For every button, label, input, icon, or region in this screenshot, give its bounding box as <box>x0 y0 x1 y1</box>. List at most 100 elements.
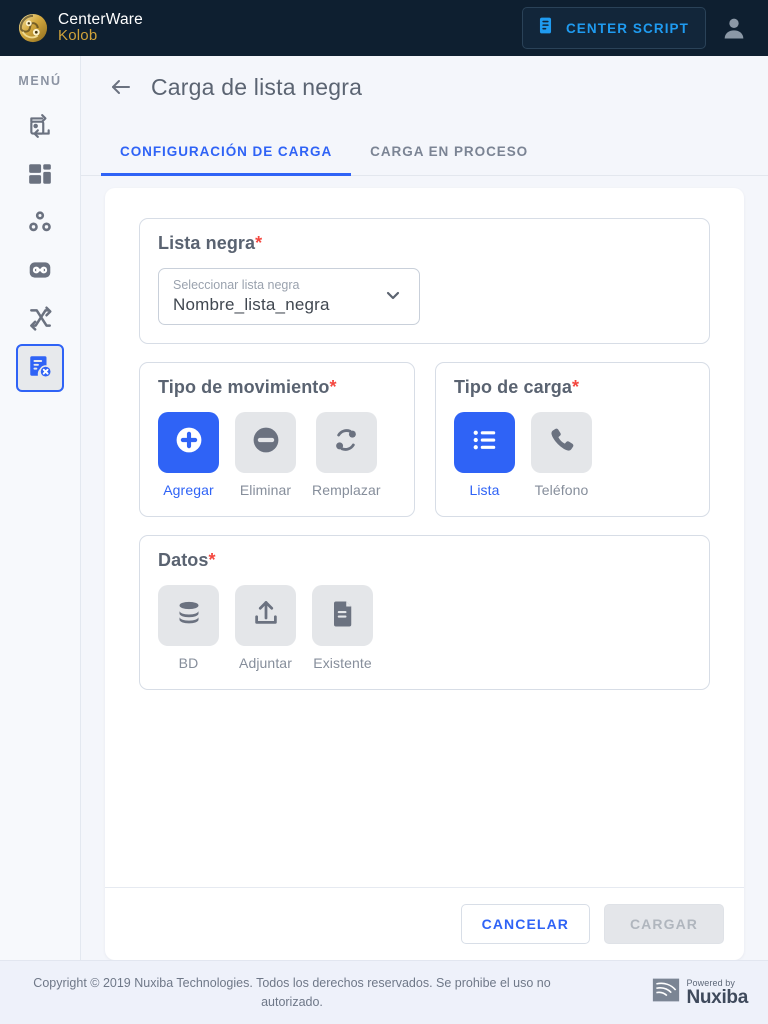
dashboard-grid-icon <box>27 161 53 192</box>
copyright-text: Copyright © 2019 Nuxiba Technologies. To… <box>33 975 551 1009</box>
application-root: CenterWare Kolob CENTER SCRIPT MENÚ Carg… <box>0 0 768 1024</box>
blacklist-legend: Lista negra* <box>158 233 691 254</box>
load-option-telefono-box <box>531 411 592 473</box>
data-option-existente-box <box>312 584 373 646</box>
movement-option-agregar[interactable]: Agregar <box>158 411 219 498</box>
user-account-icon[interactable] <box>720 14 748 42</box>
data-source-fieldset: Datos* BD Adjuntar Existente <box>139 534 710 690</box>
movement-option-eliminar-label: Eliminar <box>239 481 292 498</box>
required-asterisk: * <box>255 233 263 253</box>
voicemail-robot-icon <box>27 257 53 288</box>
movement-type-legend: Tipo de movimiento* <box>158 377 396 398</box>
required-asterisk: * <box>208 549 216 570</box>
center-script-label: CENTER SCRIPT <box>565 20 689 36</box>
script-document-icon <box>536 16 555 40</box>
data-option-bd[interactable]: BD <box>158 584 219 671</box>
page-footer: Copyright © 2019 Nuxiba Technologies. To… <box>0 960 768 1024</box>
brand-subtitle: Kolob <box>58 27 98 45</box>
movement-option-eliminar-box <box>235 411 296 473</box>
data-option-existente-label: Existente <box>313 654 372 671</box>
sidebar-item-voicemail[interactable] <box>16 248 64 296</box>
sidebar-menu-label: MENÚ <box>18 74 62 88</box>
powered-by-text: Powered by Nuxiba <box>686 978 748 1008</box>
load-option-telefono-label: Teléfono <box>534 481 589 498</box>
data-source-options: BD Adjuntar Existente <box>158 584 691 671</box>
data-source-legend-text: Datos <box>158 549 209 570</box>
required-asterisk: * <box>329 376 337 397</box>
sidebar-item-campaign-transfer[interactable] <box>16 104 64 152</box>
arrows-crossing-icon <box>27 305 53 336</box>
movement-option-agregar-label: Agregar <box>163 481 214 498</box>
type-selectors-row: Tipo de movimiento* Agregar Eliminar Rem… <box>139 361 710 517</box>
load-type-legend: Tipo de carga* <box>454 377 691 398</box>
movement-type-legend-text: Tipo de movimiento <box>158 376 330 397</box>
load-type-options: Lista Teléfono <box>454 411 691 498</box>
required-asterisk: * <box>572 376 580 397</box>
sidebar-item-blacklist-upload[interactable] <box>16 344 64 392</box>
data-source-legend: Datos* <box>158 550 691 571</box>
data-option-adjuntar-label: Adjuntar <box>239 654 292 671</box>
movement-option-remplazar[interactable]: Remplazar <box>312 411 381 498</box>
blacklist-fieldset: Lista negra* Seleccionar lista negra Nom… <box>139 218 710 344</box>
brand-title: CenterWare <box>58 10 143 28</box>
center-script-button[interactable]: CENTER SCRIPT <box>521 7 706 49</box>
phone-icon <box>547 425 577 460</box>
page-title: Carga de lista negra <box>151 73 363 100</box>
replace-nodes-icon <box>330 424 362 461</box>
form-card-body: Lista negra* Seleccionar lista negra Nom… <box>105 188 744 887</box>
nuxiba-wave-icon <box>652 976 680 1009</box>
page-header: Carga de lista negra <box>81 56 768 118</box>
cancel-button[interactable]: CANCELAR <box>460 904 590 944</box>
sidebar-item-routing[interactable] <box>16 296 64 344</box>
nuxiba-swirl-logo-icon <box>18 13 48 43</box>
sidebar-item-dashboard[interactable] <box>16 152 64 200</box>
load-type-legend-text: Tipo de carga <box>454 376 573 397</box>
plus-circle-icon <box>173 424 205 461</box>
load-option-lista-box <box>454 411 515 473</box>
three-circles-icon <box>27 209 53 240</box>
body-region: MENÚ Carga de lista negra CONFIGURACIÓN … <box>0 56 768 960</box>
movement-option-eliminar[interactable]: Eliminar <box>235 411 296 498</box>
load-option-telefono[interactable]: Teléfono <box>531 411 592 498</box>
load-option-lista[interactable]: Lista <box>454 411 515 498</box>
load-option-lista-label: Lista <box>469 481 500 498</box>
chevron-down-icon[interactable] <box>383 286 403 311</box>
data-option-bd-label: BD <box>178 654 199 671</box>
form-card: Lista negra* Seleccionar lista negra Nom… <box>105 188 744 960</box>
data-option-bd-box <box>158 584 219 646</box>
sidebar-item-agents[interactable] <box>16 200 64 248</box>
form-actions: CANCELAR CARGAR <box>105 887 744 960</box>
top-bar: CenterWare Kolob CENTER SCRIPT <box>0 0 768 56</box>
image-swap-icon <box>27 113 53 144</box>
blacklist-legend-text: Lista negra <box>158 233 256 253</box>
minus-circle-icon <box>250 424 282 461</box>
blacklist-select-value: Nombre_lista_negra <box>173 294 330 314</box>
movement-option-agregar-box <box>158 411 219 473</box>
file-document-icon <box>328 598 358 633</box>
top-bar-actions: CENTER SCRIPT <box>521 7 748 49</box>
upload-icon <box>251 598 281 633</box>
data-option-existente[interactable]: Existente <box>312 584 373 671</box>
load-type-fieldset: Tipo de carga* Lista Teléfono <box>435 361 710 517</box>
brand-logo[interactable]: CenterWare Kolob <box>18 10 143 45</box>
blacklist-select-placeholder: Seleccionar lista negra <box>173 278 300 292</box>
arrow-left-icon[interactable] <box>109 75 133 99</box>
movement-type-options: Agregar Eliminar Remplazar <box>158 411 396 498</box>
document-x-icon <box>27 353 53 384</box>
sidebar: MENÚ <box>0 56 81 960</box>
tab-carga-en-proceso[interactable]: CARGA EN PROCESO <box>351 144 547 176</box>
main-content: Carga de lista negra CONFIGURACIÓN DE CA… <box>81 56 768 960</box>
movement-option-remplazar-label: Remplazar <box>312 481 381 498</box>
movement-option-remplazar-box <box>315 411 377 473</box>
powered-by-nuxiba: Powered by Nuxiba <box>652 976 748 1009</box>
brand-text: CenterWare Kolob <box>58 10 143 45</box>
movement-type-fieldset: Tipo de movimiento* Agregar Eliminar Rem… <box>139 361 415 517</box>
data-option-adjuntar[interactable]: Adjuntar <box>235 584 296 671</box>
bullet-list-icon <box>470 425 500 460</box>
blacklist-select[interactable]: Seleccionar lista negra Nombre_lista_neg… <box>158 268 420 325</box>
nuxiba-wordmark: Nuxiba <box>686 986 748 1008</box>
load-button: CARGAR <box>604 904 724 944</box>
data-option-adjuntar-box <box>235 584 296 646</box>
tab-configuracion-de-carga[interactable]: CONFIGURACIÓN DE CARGA <box>101 144 352 176</box>
content-area: Lista negra* Seleccionar lista negra Nom… <box>81 176 768 960</box>
